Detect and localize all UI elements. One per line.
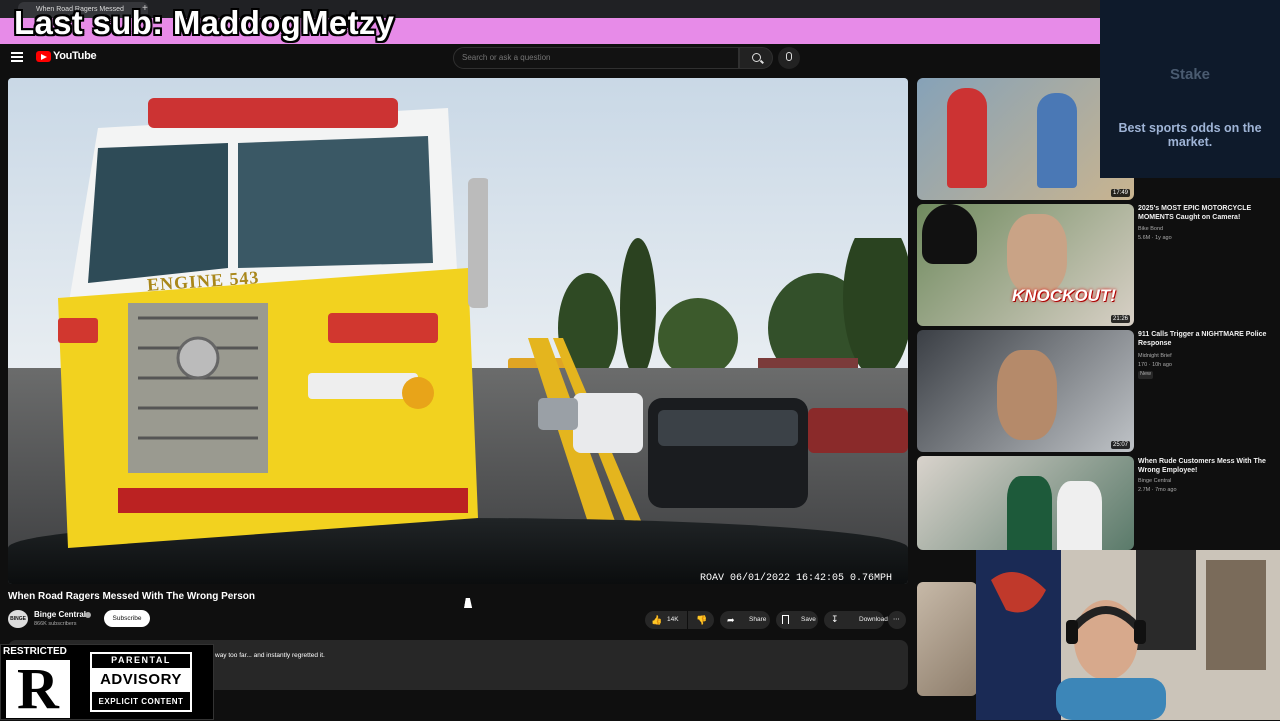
verified-icon bbox=[85, 612, 91, 618]
dislike-button[interactable]: 👎 bbox=[688, 611, 714, 629]
download-label: Download bbox=[859, 616, 888, 623]
sidebar-thumbnail[interactable]: KNOCKOUT! 21:26 bbox=[917, 204, 1134, 326]
sidebar-meta: 170 · 10h ago bbox=[1138, 362, 1172, 368]
parental-advisory-top: PARENTAL bbox=[111, 655, 171, 665]
share-icon: ➦ bbox=[727, 615, 735, 625]
save-label: Save bbox=[801, 616, 816, 623]
rating-letter: R bbox=[6, 660, 70, 718]
sidebar-video-title[interactable]: When Rude Customers Mess With The Wrong … bbox=[1138, 458, 1273, 475]
youtube-logo-icon[interactable] bbox=[36, 51, 51, 62]
search-input[interactable] bbox=[462, 53, 732, 62]
sidebar-meta: 2.7M · 7mo ago bbox=[1138, 487, 1177, 493]
bookmark-icon bbox=[782, 615, 789, 624]
youtube-header: YouTube bbox=[0, 44, 910, 72]
video-duration: 21:26 bbox=[1110, 315, 1130, 323]
sidebar-channel[interactable]: Binge Central bbox=[1138, 478, 1171, 486]
fire-truck bbox=[58, 98, 488, 548]
voice-search-button[interactable] bbox=[778, 47, 800, 69]
ad-text: Best sports odds on the market. bbox=[1118, 121, 1262, 149]
parental-advisory-middle: ADVISORY bbox=[92, 668, 190, 692]
description-text: way too far... and instantly regretted i… bbox=[215, 652, 325, 659]
subscriber-count: 866K subscribers bbox=[34, 621, 77, 627]
streamer-image bbox=[976, 550, 1280, 720]
ad-brand: Stake bbox=[1169, 66, 1211, 83]
like-count: 14K bbox=[667, 616, 679, 623]
mic-icon bbox=[786, 52, 792, 61]
video-title: When Road Ragers Messed With The Wrong P… bbox=[8, 591, 255, 602]
channel-avatar[interactable]: BINGE bbox=[8, 610, 28, 628]
last-sub-overlay: Last sub: MaddogMetzy bbox=[14, 4, 395, 41]
download-icon: ↧ bbox=[831, 614, 839, 624]
video-player[interactable]: ENGINE 543 ROAV 06/01/2022 16:42:05 0.76… bbox=[8, 78, 908, 584]
sidebar-video-title[interactable]: 2025's MOST EPIC MOTORCYCLE MOMENTS Caug… bbox=[1138, 205, 1273, 222]
sidebar-thumbnail[interactable] bbox=[917, 456, 1134, 550]
menu-icon[interactable] bbox=[11, 52, 23, 62]
sidebar-thumbnail[interactable]: 25:07 bbox=[917, 330, 1134, 452]
video-duration: 25:07 bbox=[1110, 441, 1130, 449]
new-badge: New bbox=[1138, 371, 1154, 379]
youtube-logo-text[interactable]: YouTube bbox=[53, 50, 97, 62]
sidebar-channel[interactable]: Bike Bond bbox=[1138, 226, 1163, 234]
search-icon bbox=[752, 53, 761, 62]
search-box[interactable] bbox=[453, 47, 739, 69]
sidebar-channel[interactable]: Midnight Brief bbox=[1138, 353, 1172, 361]
sidebar-meta: 5.6M · 1y ago bbox=[1138, 235, 1172, 241]
sidebar-thumbnail[interactable] bbox=[917, 582, 977, 696]
subscribe-button[interactable]: Subscribe bbox=[104, 610, 150, 627]
share-label: Share bbox=[749, 616, 767, 623]
more-actions-button[interactable]: ⋯ bbox=[888, 611, 906, 629]
thumbs-down-icon: 👎 bbox=[696, 615, 708, 625]
more-icon: ⋯ bbox=[893, 616, 900, 623]
sidebar-video-title[interactable]: 911 Calls Trigger a NIGHTMARE Police Res… bbox=[1138, 331, 1273, 348]
thumbnail-text: KNOCKOUT! bbox=[1012, 286, 1116, 305]
webcam-overlay bbox=[976, 550, 1280, 720]
channel-name[interactable]: Binge Central bbox=[34, 610, 86, 619]
thumbs-up-icon: 👍 bbox=[651, 615, 663, 625]
video-duration: 17:49 bbox=[1110, 189, 1130, 197]
mouse-cursor-icon bbox=[464, 598, 474, 608]
ad-overlay[interactable] bbox=[1100, 0, 1280, 178]
parental-advisory-bottom: EXPLICIT CONTENT bbox=[98, 697, 184, 706]
dashcam-timestamp: ROAV 06/01/2022 16:42:05 0.76MPH bbox=[700, 573, 893, 584]
search-button[interactable] bbox=[739, 47, 773, 69]
